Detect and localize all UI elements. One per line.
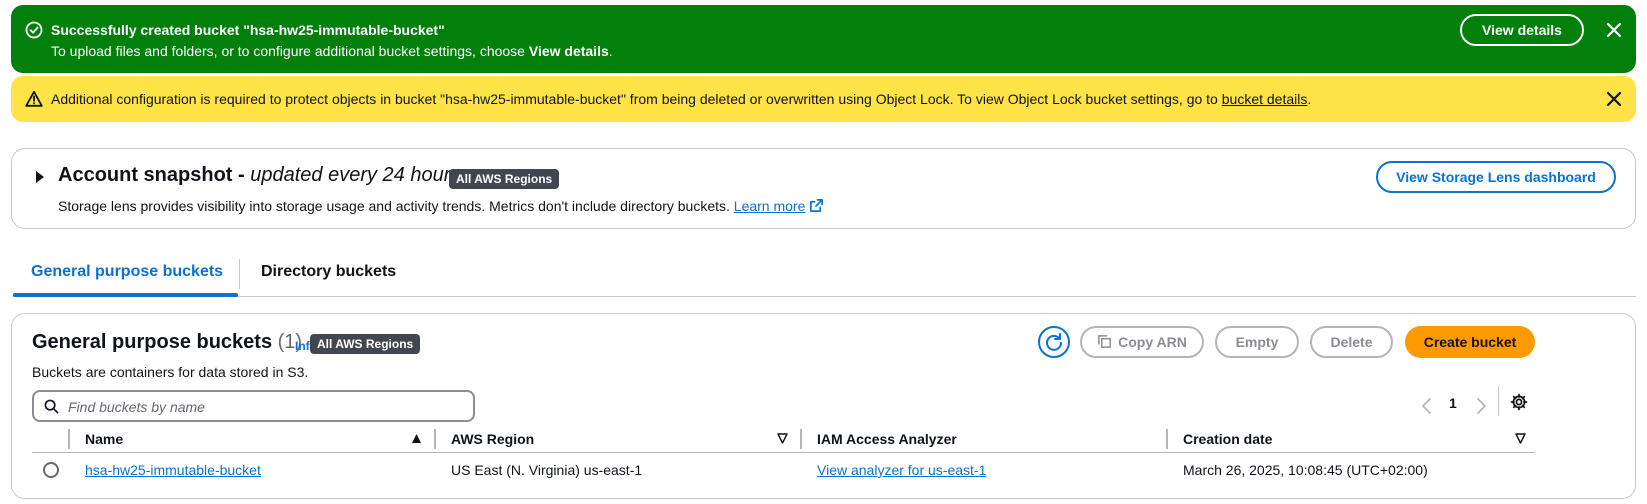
regions-badge: All AWS Regions	[449, 169, 560, 189]
learn-more-link[interactable]: Learn more	[734, 198, 806, 214]
tab-directory-buckets[interactable]: Directory buckets	[261, 263, 396, 281]
row-select-radio[interactable]	[43, 462, 59, 478]
settings-icon[interactable]	[1510, 393, 1528, 411]
copy-icon	[1098, 335, 1112, 348]
bucket-type-tabs: General purpose buckets Directory bucket…	[13, 251, 1636, 297]
delete-button[interactable]: Delete	[1310, 326, 1393, 358]
sort-descending-icon[interactable]	[1515, 433, 1526, 444]
sort-descending-icon[interactable]	[777, 433, 788, 444]
view-analyzer-link[interactable]: View analyzer for us-east-1	[817, 462, 986, 478]
bucket-region: US East (N. Virginia) us-east-1	[451, 462, 643, 478]
check-circle-icon	[25, 21, 43, 39]
copy-arn-button[interactable]: Copy ARN	[1080, 326, 1204, 358]
search-bucket-field[interactable]	[32, 390, 475, 422]
warning-icon	[25, 90, 43, 107]
tab-divider	[239, 259, 240, 289]
success-flashbar: Successfully created bucket "hsa-hw25-im…	[11, 5, 1636, 73]
refresh-icon	[1046, 333, 1062, 351]
column-header-access-analyzer[interactable]: IAM Access Analyzer	[817, 431, 957, 447]
search-icon	[44, 399, 59, 414]
chevron-right-icon[interactable]	[1474, 397, 1488, 415]
external-link-icon	[810, 199, 824, 212]
panel-description: Buckets are containers for data stored i…	[32, 364, 309, 380]
empty-button[interactable]: Empty	[1215, 326, 1299, 358]
search-input[interactable]	[68, 396, 463, 418]
column-divider	[434, 429, 436, 449]
column-divider	[68, 429, 70, 449]
column-header-creation-date[interactable]: Creation date	[1183, 431, 1272, 447]
table-header: Name AWS Region IAM Access Analyzer Crea…	[32, 425, 1535, 453]
view-details-button[interactable]: View details	[1460, 14, 1584, 46]
regions-badge: All AWS Regions	[310, 334, 421, 354]
panel-title: General purpose buckets (1)	[32, 331, 303, 353]
view-storage-lens-button[interactable]: View Storage Lens dashboard	[1376, 161, 1616, 193]
column-divider	[800, 429, 802, 449]
create-bucket-button[interactable]: Create bucket	[1405, 326, 1535, 358]
general-purpose-buckets-panel: General purpose buckets (1) Info All AWS…	[11, 313, 1636, 499]
table-row: hsa-hw25-immutable-bucket US East (N. Vi…	[32, 454, 1535, 486]
success-title: Successfully created bucket "hsa-hw25-im…	[51, 22, 445, 38]
active-tab-indicator	[13, 293, 238, 297]
bucket-creation-date: March 26, 2025, 10:08:45 (UTC+02:00)	[1183, 462, 1428, 478]
tab-general-purpose-buckets[interactable]: General purpose buckets	[31, 263, 223, 281]
caret-right-icon[interactable]	[34, 170, 46, 184]
warning-flashbar: Additional configuration is required to …	[11, 76, 1636, 122]
pager-divider	[1498, 386, 1499, 416]
column-header-name[interactable]: Name	[85, 431, 123, 447]
column-header-region[interactable]: AWS Region	[451, 431, 534, 447]
column-divider	[1166, 429, 1168, 449]
refresh-button[interactable]	[1038, 326, 1070, 358]
chevron-left-icon[interactable]	[1420, 397, 1434, 415]
bucket-details-link[interactable]: bucket details	[1222, 91, 1308, 107]
snapshot-title[interactable]: Account snapshot - updated every 24 hour…	[58, 164, 460, 187]
account-snapshot-panel: Account snapshot - updated every 24 hour…	[11, 148, 1636, 229]
current-page[interactable]: 1	[1449, 395, 1457, 411]
snapshot-description: Storage lens provides visibility into st…	[58, 198, 824, 214]
close-icon[interactable]	[1603, 88, 1625, 110]
sort-ascending-icon[interactable]	[411, 433, 422, 444]
success-message: To upload files and folders, or to confi…	[51, 43, 613, 59]
close-icon[interactable]	[1603, 19, 1625, 41]
bucket-name-link[interactable]: hsa-hw25-immutable-bucket	[85, 462, 261, 478]
warning-message: Additional configuration is required to …	[51, 91, 1312, 107]
